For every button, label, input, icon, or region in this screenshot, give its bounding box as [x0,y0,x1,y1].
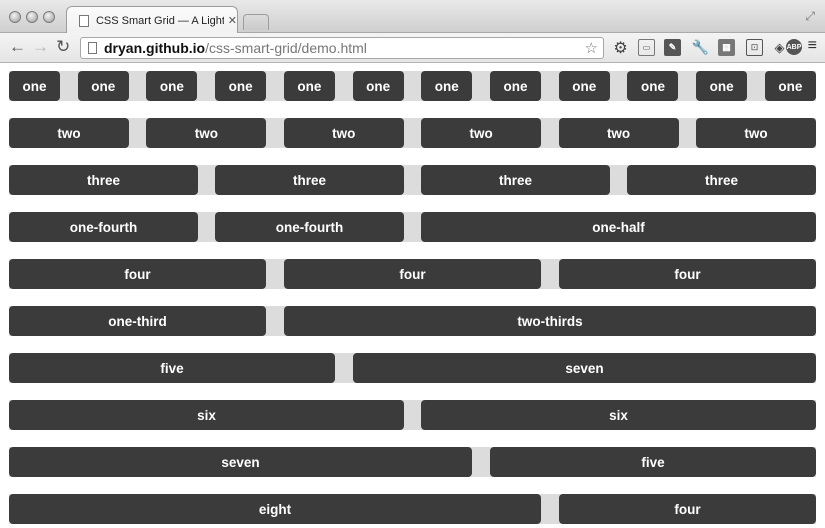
grid-row: three three three three [9,165,816,195]
grid-row: six six [9,400,816,430]
grid-cell-two: two [9,118,129,148]
grid-cell-one: one [764,71,816,101]
gear-icon[interactable]: ⚙ [612,39,629,57]
grid-cell-four: four [284,259,541,289]
url-host: dryan.github.io [104,40,206,56]
grid-cell-one: one [215,71,267,101]
grid-row: one-fourth one-fourth one-half [9,212,816,242]
grid-row: five seven [9,353,816,383]
window-titlebar: CSS Smart Grid — A Lightw ✕ ⤢ [0,0,825,34]
wrench-icon[interactable]: 🔧 [692,39,709,56]
grid-row: seven five [9,447,816,477]
extension-window-icon[interactable]: ▭ [638,39,655,56]
grid-cell-two: two [558,118,679,148]
grid-cell-one: one [352,71,404,101]
close-window-button[interactable] [9,11,21,23]
address-bar[interactable]: dryan.github.io/css-smart-grid/demo.html… [80,37,604,59]
grid-cell-one: one [627,71,679,101]
grid-cell-one: one [696,71,748,101]
back-arrow-icon[interactable]: ← [9,37,26,57]
grid-cell-one: one [283,71,335,101]
grid-cell-one: one [421,71,473,101]
grid-cell-two: two [421,118,542,148]
grid-cell-six: six [421,400,816,430]
grid-cell-one-fourth: one-fourth [215,212,404,242]
browser-tab[interactable]: CSS Smart Grid — A Lightw ✕ [66,6,238,34]
grid-cell-five: five [490,447,816,477]
reload-icon[interactable]: ↻ [56,37,70,57]
grid-cell-seven: seven [353,353,816,383]
grid-cell-five: five [9,353,335,383]
new-tab-button[interactable] [243,14,269,30]
grid-cell-one: one [9,71,60,101]
grid-cell-seven: seven [9,447,472,477]
extension-pattern-icon[interactable]: ▦ [718,39,735,56]
adblock-icon[interactable]: ABP [786,39,802,55]
minimize-window-button[interactable] [26,11,38,23]
demo-grid: one one one one one one one one one one one one two t… [0,64,825,528]
grid-cell-one-third: one-third [9,306,266,336]
grid-cell-four: four [559,259,816,289]
grid-cell-four: four [559,494,816,524]
grid-cell-eight: eight [9,494,541,524]
grid-row: eight four [9,494,816,524]
grid-cell-three: three [215,165,404,195]
bookmark-star-icon[interactable]: ☆ [585,39,598,57]
url-text[interactable]: dryan.github.io/css-smart-grid/demo.html [104,40,367,56]
grid-row: four four four [9,259,816,289]
grid-cell-one: one [558,71,610,101]
grid-cell-two: two [695,118,816,148]
extension-plug-icon[interactable]: ⊡ [746,39,763,56]
menu-icon[interactable]: ≡ [808,37,817,55]
fullscreen-icon[interactable]: ⤢ [805,9,815,24]
grid-cell-two: two [283,118,404,148]
page-icon [88,42,97,54]
grid-cell-one-fourth: one-fourth [9,212,198,242]
grid-cell-one: one [146,71,198,101]
close-icon[interactable]: ✕ [228,14,237,27]
grid-cell-one: one [490,71,542,101]
grid-cell-one: one [77,71,129,101]
grid-row: two two two two two two [9,118,816,148]
extension-stamp-icon[interactable]: ✎ [664,39,681,56]
forward-arrow-icon[interactable]: → [32,37,49,57]
grid-cell-three: three [9,165,198,195]
grid-cell-three: three [421,165,610,195]
grid-row: one-third two-thirds [9,306,816,336]
url-path: /css-smart-grid/demo.html [205,40,367,56]
grid-cell-two-thirds: two-thirds [284,306,816,336]
zoom-window-button[interactable] [43,11,55,23]
grid-row: one one one one one one one one one one one one [9,71,816,101]
browser-toolbar: ← → ↻ dryan.github.io/css-smart-grid/dem… [0,33,825,63]
grid-cell-four: four [9,259,266,289]
grid-cell-one-half: one-half [421,212,816,242]
grid-cell-two: two [146,118,267,148]
grid-cell-six: six [9,400,404,430]
tab-title: CSS Smart Grid — A Lightw [95,14,224,27]
page-icon [79,14,89,27]
grid-cell-three: three [627,165,816,195]
